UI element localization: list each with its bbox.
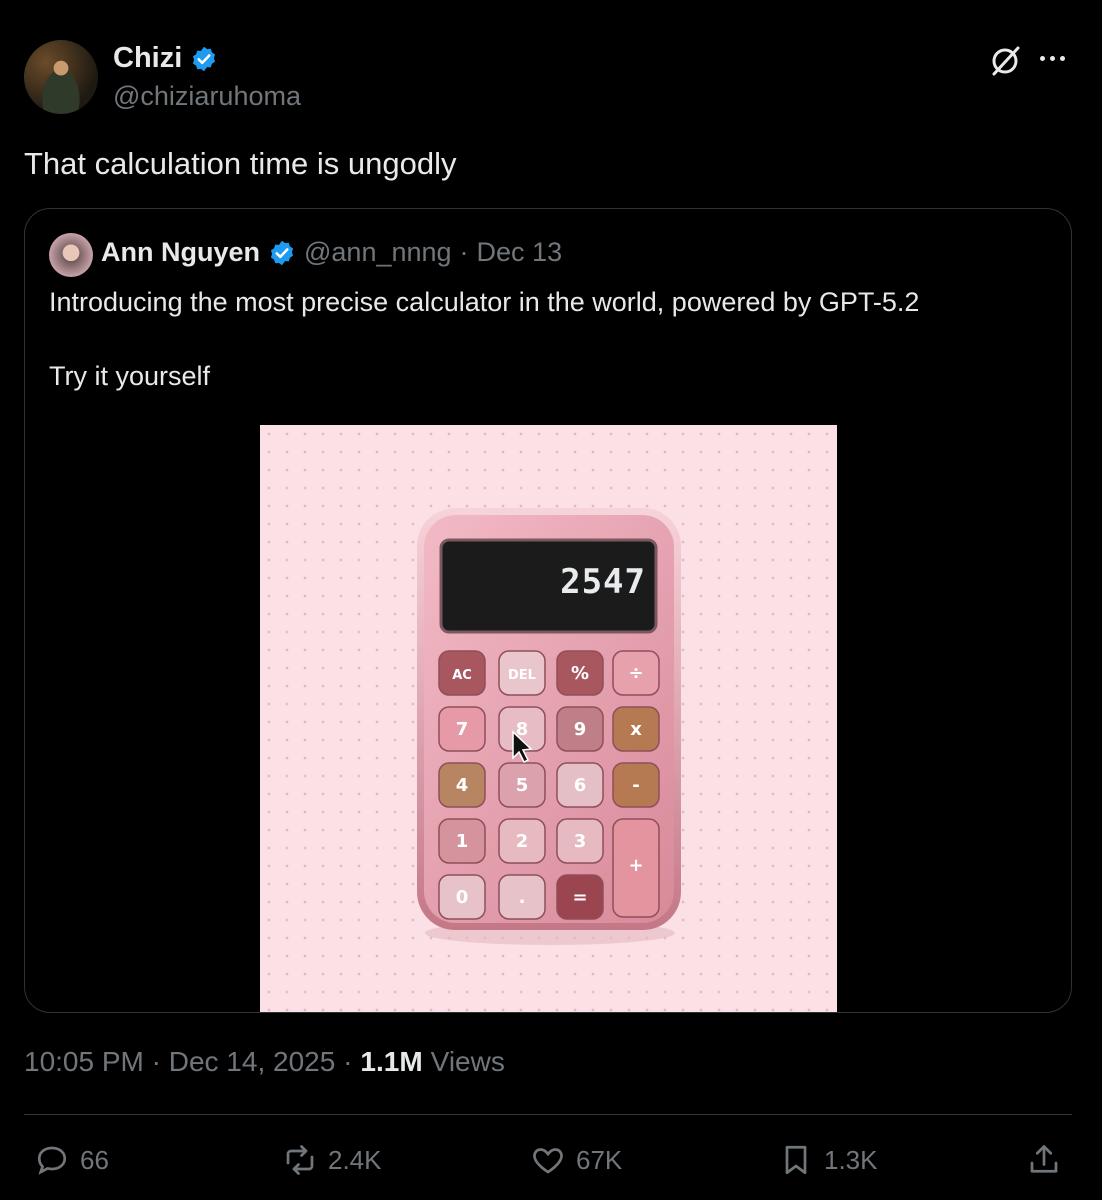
calculator-key-label: 3 xyxy=(574,831,587,852)
calculator-key-label: x xyxy=(630,719,642,740)
calculator-key-label: ÷ xyxy=(628,663,643,684)
share-button[interactable] xyxy=(1026,1140,1062,1180)
calculator-image: 2547 AC DEL% ÷7 8 9 x4 5 6 -1 2 3+0. = xyxy=(417,508,681,945)
reply-count: 66 xyxy=(80,1144,109,1175)
quoted-post-text-line2: Try it yourself xyxy=(49,361,211,391)
calculator-key-label: 2 xyxy=(516,831,529,852)
separator: · xyxy=(459,237,469,267)
repost-button[interactable]: 2.4K xyxy=(282,1140,382,1180)
calculator-key-label: + xyxy=(628,855,643,876)
views-count[interactable]: 1.1M xyxy=(360,1046,422,1078)
repost-count: 2.4K xyxy=(328,1144,382,1175)
calculator-key-label: 5 xyxy=(516,775,529,796)
post-timestamp[interactable]: 10:05 PM · Dec 14, 2025 · xyxy=(24,1046,352,1078)
calculator-key-label: 1 xyxy=(456,831,469,852)
divider xyxy=(24,1114,1072,1115)
quoted-post-header: Ann Nguyen @ann_nnng · Dec 13 xyxy=(101,237,562,268)
author-name-row[interactable]: Chizi xyxy=(113,42,218,75)
calculator-key-label: % xyxy=(571,663,589,684)
like-button[interactable]: 67K xyxy=(530,1140,622,1180)
views-label: Views xyxy=(430,1046,505,1077)
bookmark-button[interactable]: 1.3K xyxy=(778,1140,878,1180)
calculator-key-label: - xyxy=(632,775,639,796)
quoted-author-handle[interactable]: @ann_nnng xyxy=(304,237,452,268)
calculator-key-label: 7 xyxy=(456,719,469,740)
repost-icon xyxy=(286,1145,314,1175)
verified-badge-icon xyxy=(193,46,216,71)
share-icon xyxy=(1030,1145,1058,1173)
calculator-key-label: 9 xyxy=(574,719,587,740)
bookmark-icon xyxy=(785,1145,807,1175)
calculator-key-label: 4 xyxy=(456,775,469,796)
calculator-key-label: AC xyxy=(452,668,472,683)
reply-button[interactable]: 66 xyxy=(34,1140,109,1180)
quoted-post-text: Introducing the most precise calculator … xyxy=(49,287,920,317)
quoted-author-avatar[interactable] xyxy=(49,233,93,277)
author-name[interactable]: Chizi xyxy=(113,42,182,75)
calculator-key-label: . xyxy=(519,887,526,908)
verified-badge-icon xyxy=(270,240,294,265)
reply-icon xyxy=(37,1146,67,1175)
calculator-media[interactable]: 2547 AC DEL% ÷ 7 8 9 x 4 5 6-1 2 3 +0. = xyxy=(260,425,837,1012)
quoted-post-card[interactable]: Ann Nguyen @ann_nnng · Dec 13 Introducin… xyxy=(24,208,1072,1013)
like-count: 67K xyxy=(576,1144,623,1175)
calculator-key-label: 6 xyxy=(574,775,587,796)
like-icon xyxy=(533,1148,563,1174)
bookmark-count: 1.3K xyxy=(824,1144,878,1175)
grok-icon[interactable] xyxy=(988,44,1022,78)
author-handle[interactable]: @chiziaruhoma xyxy=(113,81,301,112)
more-icon[interactable] xyxy=(1040,56,1070,66)
calculator-display-text: 2547 xyxy=(560,562,646,602)
quoted-author-name[interactable]: Ann Nguyen xyxy=(101,237,260,268)
calculator-key-label: = xyxy=(572,887,587,908)
post-text: That calculation time is ungodly xyxy=(24,146,457,181)
quoted-post-date[interactable]: Dec 13 xyxy=(477,237,563,268)
calculator-key-label: 0 xyxy=(456,887,469,908)
author-avatar[interactable] xyxy=(24,40,98,114)
post-meta: 10:05 PM · Dec 14, 2025 · 1.1M Views xyxy=(24,1046,505,1078)
calculator-key-label: DEL xyxy=(508,668,536,683)
